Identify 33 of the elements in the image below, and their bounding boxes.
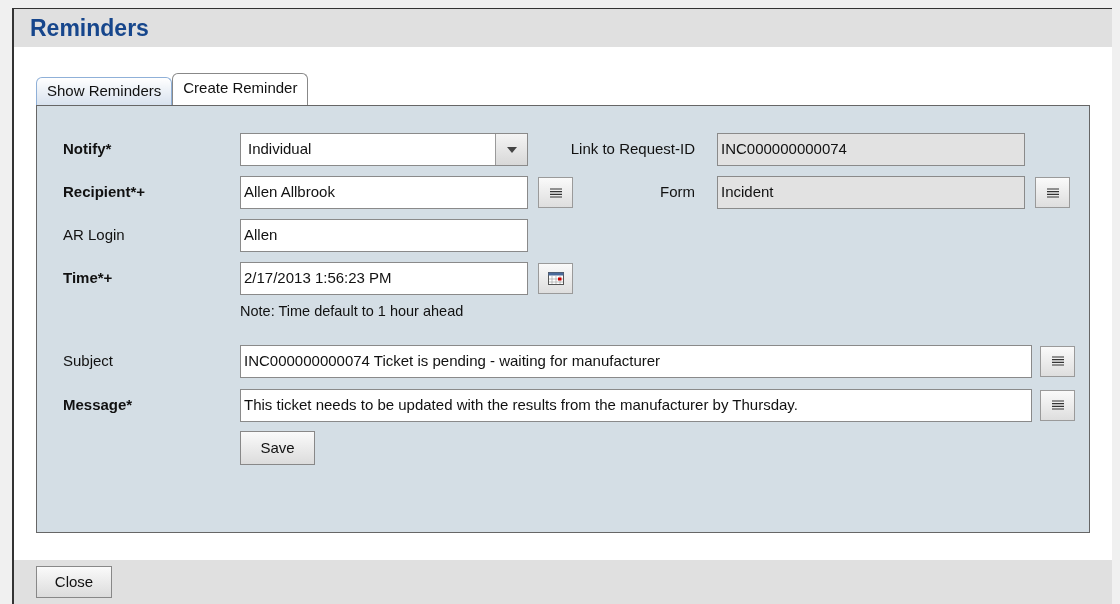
list-button[interactable]: [1040, 345, 1075, 377]
calendar-button[interactable]: [538, 263, 573, 294]
lines-icon: [549, 187, 562, 198]
input-field[interactable]: INC000000000074: [717, 133, 1025, 166]
input-field[interactable]: Allen Allbrook: [240, 176, 528, 209]
input-field[interactable]: This ticket needs to be updated with the results from the manufacturer by Thursday.: [240, 388, 1032, 422]
list-button[interactable]: [1040, 389, 1075, 421]
window-title: Reminders: [30, 13, 149, 43]
lines-icon: [1051, 356, 1064, 367]
lines-icon: [1046, 187, 1059, 198]
field-label: Link to Request-ID: [570, 139, 695, 160]
list-button[interactable]: [538, 177, 573, 208]
tab[interactable]: Show Reminders: [36, 77, 173, 105]
field-label: AR Login: [63, 226, 125, 244]
field-label: Message*: [63, 396, 133, 413]
input-field[interactable]: Incident: [717, 176, 1025, 209]
note-text: Note: Time default to 1 hour ahead: [240, 302, 465, 321]
input-field[interactable]: INC000000000074 Ticket is pending - waiting for manufacturer: [240, 344, 1032, 378]
field-label: Subject: [63, 352, 114, 369]
tab[interactable]: Create Reminder: [172, 73, 309, 105]
input-field[interactable]: 2/17/2013 1:56:23 PM: [240, 262, 528, 295]
field-label: Time*+: [63, 269, 113, 287]
dropdown[interactable]: Individual: [240, 133, 528, 166]
save-button[interactable]: Save: [240, 430, 315, 465]
lines-icon: [1051, 400, 1064, 411]
field-label: Notify*: [63, 140, 112, 158]
calendar-icon: [547, 272, 564, 285]
close-button[interactable]: Close: [36, 566, 112, 598]
field-label: Recipient*+: [63, 183, 146, 201]
caret-icon: [506, 146, 517, 153]
input-field[interactable]: Allen: [240, 219, 528, 252]
list-button[interactable]: [1035, 177, 1070, 208]
field-label: Form: [660, 182, 695, 203]
